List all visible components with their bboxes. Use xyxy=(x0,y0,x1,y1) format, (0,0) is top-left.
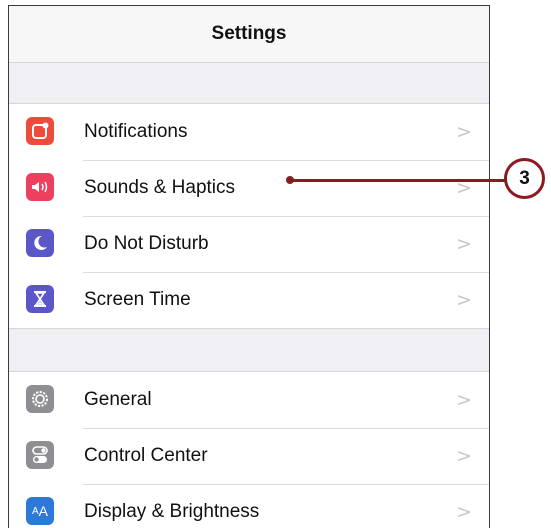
screenshot-stage: Settings Notifications > Sounds & Haptic… xyxy=(0,0,551,528)
chevron-right-icon: > xyxy=(456,177,472,199)
hourglass-icon xyxy=(26,285,54,313)
section-spacer xyxy=(9,329,489,371)
callout-number-badge: 3 xyxy=(504,158,545,199)
settings-item-label: Sounds & Haptics xyxy=(84,177,236,198)
settings-item-label: Control Center xyxy=(84,445,208,466)
toggles-icon xyxy=(26,441,54,469)
notifications-icon xyxy=(26,117,54,145)
settings-item-do-not-disturb[interactable]: Do Not Disturb > xyxy=(9,216,489,272)
settings-item-general[interactable]: General > xyxy=(9,372,489,428)
settings-screen: Settings Notifications > Sounds & Haptic… xyxy=(8,5,490,528)
callout-leader-line xyxy=(292,179,508,182)
settings-item-notifications[interactable]: Notifications > xyxy=(9,104,489,160)
chevron-right-icon: > xyxy=(456,445,472,467)
settings-item-label: General xyxy=(84,389,152,410)
settings-item-sounds-haptics[interactable]: Sounds & Haptics > xyxy=(9,160,489,216)
settings-item-screen-time[interactable]: Screen Time > xyxy=(9,272,489,328)
settings-item-label: Do Not Disturb xyxy=(84,233,209,254)
settings-item-label: Screen Time xyxy=(84,289,191,310)
chevron-right-icon: > xyxy=(456,389,472,411)
chevron-right-icon: > xyxy=(456,121,472,143)
settings-group-2: General > Control Center > AA Display & … xyxy=(9,371,489,528)
settings-item-label: Notifications xyxy=(84,121,188,142)
moon-icon xyxy=(26,229,54,257)
section-spacer xyxy=(9,63,489,103)
chevron-right-icon: > xyxy=(456,501,472,523)
chevron-right-icon: > xyxy=(456,233,472,255)
page-title: Settings xyxy=(211,23,287,44)
navigation-bar: Settings xyxy=(9,6,489,63)
settings-item-display-brightness[interactable]: AA Display & Brightness > xyxy=(9,484,489,528)
speaker-icon xyxy=(26,173,54,201)
text-size-icon-glyph-small: A xyxy=(31,505,39,517)
text-size-icon: AA xyxy=(26,497,54,525)
gear-icon xyxy=(26,385,54,413)
settings-item-label: Display & Brightness xyxy=(84,501,260,522)
text-size-icon-glyph-large: A xyxy=(38,503,48,519)
chevron-right-icon: > xyxy=(456,289,472,311)
settings-item-control-center[interactable]: Control Center > xyxy=(9,428,489,484)
settings-group-1: Notifications > Sounds & Haptics > Do No… xyxy=(9,103,489,329)
